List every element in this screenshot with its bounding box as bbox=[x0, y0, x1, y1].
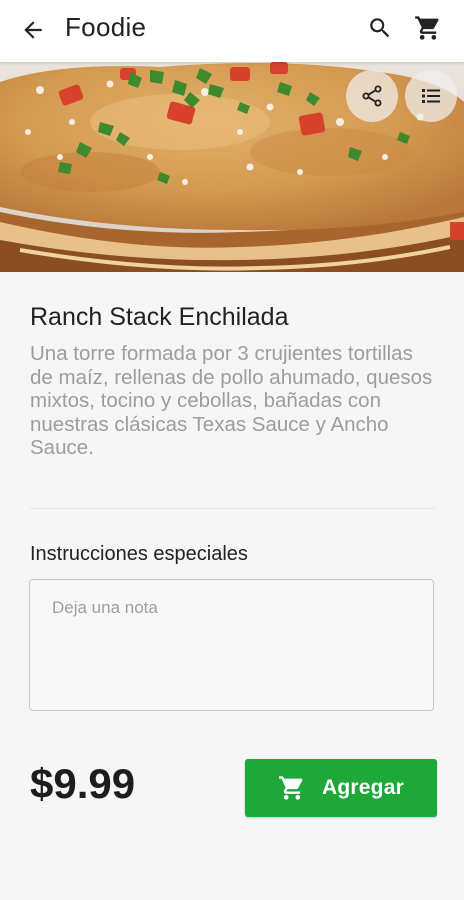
product-price: $9.99 bbox=[30, 760, 136, 807]
share-icon bbox=[362, 85, 382, 107]
product-image bbox=[0, 62, 464, 272]
search-icon[interactable] bbox=[367, 15, 393, 41]
add-button-label: Agregar bbox=[322, 776, 404, 799]
list-button[interactable] bbox=[405, 70, 457, 122]
special-instructions-input[interactable] bbox=[29, 579, 434, 711]
add-to-cart-button[interactable]: Agregar bbox=[245, 759, 437, 817]
list-icon bbox=[422, 89, 440, 103]
cart-icon[interactable] bbox=[414, 14, 442, 42]
divider bbox=[30, 508, 436, 509]
app-bar: Foodie bbox=[0, 0, 464, 62]
special-instructions-label: Instrucciones especiales bbox=[30, 543, 248, 565]
app-title: Foodie bbox=[65, 12, 147, 42]
product-description: Una torre formada por 3 crujientes torti… bbox=[30, 342, 433, 459]
share-button[interactable] bbox=[346, 70, 398, 122]
arrow-back-icon[interactable] bbox=[20, 17, 46, 43]
cart-icon bbox=[279, 776, 303, 800]
product-name: Ranch Stack Enchilada bbox=[30, 303, 289, 331]
product-details: Ranch Stack Enchilada Una torre formada … bbox=[0, 272, 464, 900]
